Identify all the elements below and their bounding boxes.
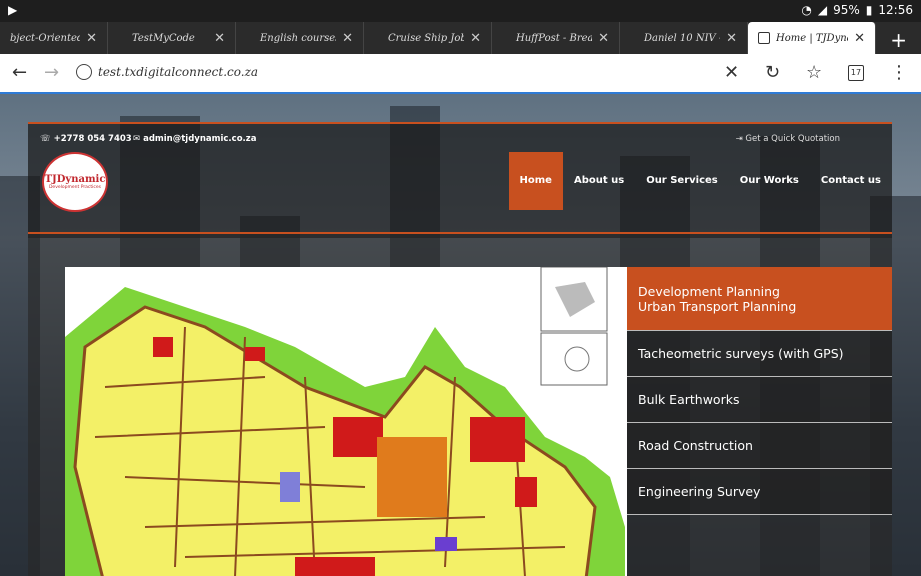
tab-title: TestMyCode [132, 32, 195, 44]
tab-cruise[interactable]: Cruise Ship Jobs ✕ [364, 22, 492, 54]
address-bar: ← → test.txdigitalconnect.co.za ✕ ↻ ☆ 17… [0, 54, 921, 94]
signal-icon: ◢ [817, 3, 828, 17]
site-header: ☏ +2778 054 7403 ✉ admin@tjdynamic.co.za… [28, 122, 892, 238]
service-development-planning[interactable]: Development Planning Urban Transport Pla… [627, 267, 892, 331]
close-icon[interactable]: ✕ [470, 31, 481, 46]
tab-title: Cruise Ship Jobs [388, 32, 465, 44]
clock: 12:56 [878, 3, 913, 17]
logo-subtitle: Development Practices [48, 185, 102, 190]
back-icon[interactable]: ← [12, 62, 27, 83]
close-icon[interactable]: ✕ [214, 31, 225, 46]
tab-title: bject-Oriented [10, 32, 81, 44]
service-label: Urban Transport Planning [638, 298, 797, 314]
tab-oop[interactable]: bject-Oriented ✕ [0, 22, 108, 54]
tab-title: English courses [260, 32, 337, 44]
main-nav: Home About us Our Services Our Works Con… [508, 152, 893, 210]
nav-works[interactable]: Our Works [729, 152, 810, 210]
quote-label: Get a Quick Quotation [745, 134, 840, 144]
nav-contact[interactable]: Contact us [810, 152, 892, 210]
menu-icon[interactable]: ⋮ [890, 62, 908, 83]
page-icon [758, 32, 770, 44]
service-engineering-survey[interactable]: Engineering Survey [627, 469, 892, 515]
status-bar: ▶ ◔ ◢ 95% ▮ 12:56 [0, 0, 921, 22]
battery-icon: ▮ [865, 3, 873, 17]
quote-link[interactable]: ⇥ Get a Quick Quotation [736, 134, 840, 144]
site-plan-drawing [65, 267, 627, 576]
tab-tjdynamic[interactable]: Home | TJDynamic ✕ [748, 22, 876, 54]
tab-count[interactable]: 17 [848, 65, 864, 81]
tab-testmycode[interactable]: TestMyCode ✕ [108, 22, 236, 54]
nav-about[interactable]: About us [563, 152, 635, 210]
wifi-icon: ◔ [801, 3, 812, 17]
service-label: Engineering Survey [638, 484, 761, 499]
stop-icon[interactable]: ✕ [724, 62, 739, 83]
email-contact[interactable]: ✉ admin@tjdynamic.co.za [133, 134, 256, 144]
service-road-construction[interactable]: Road Construction [627, 423, 892, 469]
phone-number: +2778 054 7403 [53, 134, 132, 144]
url-field[interactable]: test.txdigitalconnect.co.za [98, 65, 258, 79]
nav-home[interactable]: Home [508, 152, 563, 210]
tab-english[interactable]: English courses ✕ [236, 22, 364, 54]
close-icon[interactable]: ✕ [726, 31, 737, 46]
tab-huffpost[interactable]: HuffPost - Breaking ✕ [492, 22, 620, 54]
close-icon[interactable]: ✕ [598, 31, 609, 46]
service-label: Bulk Earthworks [638, 392, 740, 407]
battery-text: 95% [833, 3, 860, 17]
email-address: admin@tjdynamic.co.za [143, 134, 257, 144]
notification-icon: ▶ [8, 3, 18, 17]
tab-title: HuffPost - Breaking [516, 32, 593, 44]
site-logo[interactable]: TJDynamic Development Practices [42, 152, 108, 212]
service-tacheometric[interactable]: Tacheometric surveys (with GPS) [627, 331, 892, 377]
service-earthworks[interactable]: Bulk Earthworks [627, 377, 892, 423]
star-icon[interactable]: ☆ [806, 62, 822, 83]
service-label: Road Construction [638, 438, 753, 453]
close-icon[interactable]: ✕ [342, 31, 353, 46]
close-icon[interactable]: ✕ [86, 31, 97, 46]
new-tab-button[interactable]: + [890, 28, 907, 52]
globe-icon [76, 64, 92, 80]
logo-title: TJDynamic [44, 174, 106, 185]
tab-bible[interactable]: Daniel 10 NIV - Bible ✕ [620, 22, 748, 54]
tab-title: Home | TJDynamic [776, 32, 848, 44]
service-label: Development Planning [638, 283, 780, 299]
web-page: ☏ +2778 054 7403 ✉ admin@tjdynamic.co.za… [0, 94, 921, 576]
phone-contact[interactable]: ☏ +2778 054 7403 [40, 134, 132, 144]
service-label: Tacheometric surveys (with GPS) [638, 346, 844, 361]
tab-title: Daniel 10 NIV - Bible [644, 32, 720, 44]
tab-strip: bject-Oriented ✕ TestMyCode ✕ English co… [0, 22, 921, 54]
services-list: Development Planning Urban Transport Pla… [627, 267, 892, 515]
nav-services[interactable]: Our Services [635, 152, 729, 210]
site-plan-image [65, 267, 627, 576]
forward-icon[interactable]: → [44, 62, 59, 83]
close-icon[interactable]: ✕ [854, 31, 865, 46]
reload-icon[interactable]: ↻ [765, 62, 780, 83]
